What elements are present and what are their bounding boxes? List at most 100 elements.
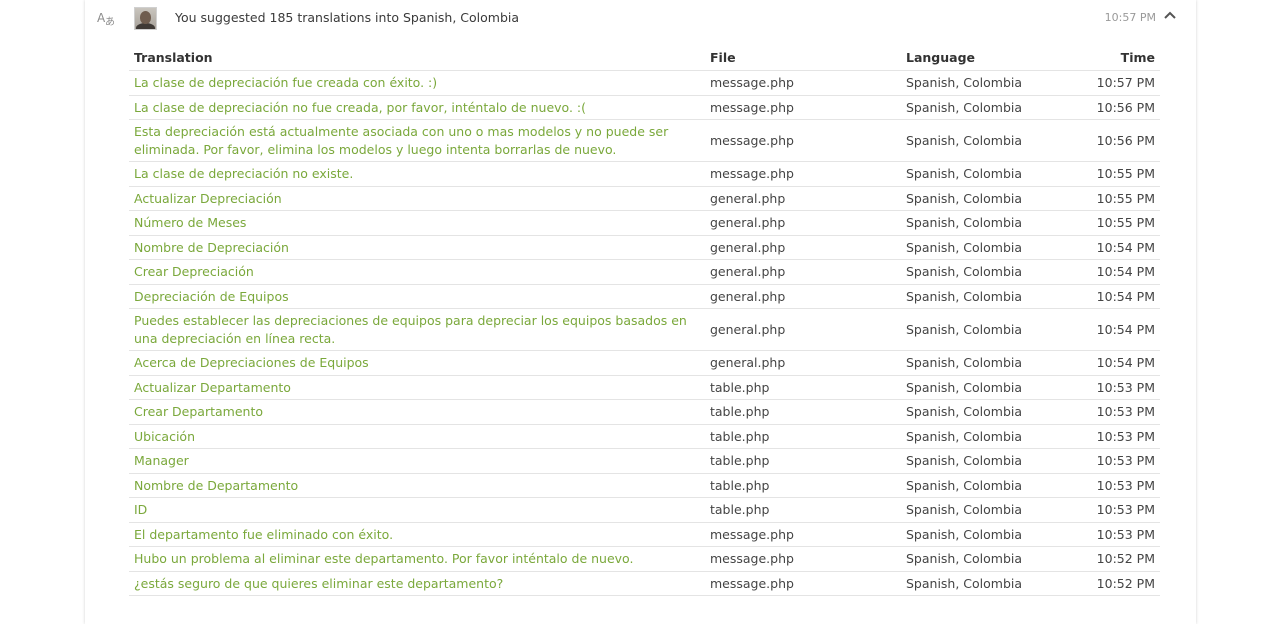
- language-cell: Spanish, Colombia: [901, 546, 1065, 572]
- language-cell: Spanish, Colombia: [901, 375, 1065, 400]
- translation-cell: ID: [129, 497, 705, 523]
- translation-link[interactable]: Nombre de Depreciación: [134, 240, 289, 255]
- translation-cell: Crear Departamento: [129, 399, 705, 425]
- translation-link[interactable]: Esta depreciación está actualmente asoci…: [134, 124, 668, 157]
- table-row: El departamento fue eliminado con éxito.…: [129, 522, 1160, 547]
- file-cell: message.php: [705, 70, 901, 96]
- language-cell: Spanish, Colombia: [901, 70, 1065, 96]
- language-cell: Spanish, Colombia: [901, 497, 1065, 523]
- translation-cell: Puedes establecer las depreciaciones de …: [129, 308, 705, 351]
- translation-cell: El departamento fue eliminado con éxito.: [129, 522, 705, 547]
- table-row: Crear Depreciación general.php Spanish, Co…: [129, 259, 1160, 285]
- table-row: Nombre de Depreciación general.php Spanish…: [129, 235, 1160, 260]
- translation-link[interactable]: Crear Departamento: [134, 404, 263, 419]
- translation-link[interactable]: ¿estás seguro de que quieres eliminar es…: [134, 576, 503, 591]
- translate-icon: A あ: [97, 9, 117, 28]
- time-cell: 10:55 PM: [1065, 210, 1160, 236]
- translation-cell: La clase de depreciación no fue creada, …: [129, 95, 705, 120]
- translation-link[interactable]: Ubicación: [134, 429, 195, 444]
- table-header-row: Translation File Language Time: [129, 45, 1160, 71]
- language-cell: Spanish, Colombia: [901, 350, 1065, 376]
- chevron-up-icon[interactable]: [1162, 8, 1178, 24]
- language-cell: Spanish, Colombia: [901, 308, 1065, 351]
- language-cell: Spanish, Colombia: [901, 424, 1065, 449]
- svg-text:あ: あ: [105, 16, 115, 27]
- translation-cell: Esta depreciación está actualmente asoci…: [129, 119, 705, 162]
- table-row: Puedes establecer las depreciaciones de …: [129, 308, 1160, 351]
- translation-link[interactable]: Manager: [134, 453, 189, 468]
- table-row: Actualizar Departamento table.php Spanish,…: [129, 375, 1160, 400]
- file-cell: table.php: [705, 473, 901, 498]
- language-cell: Spanish, Colombia: [901, 161, 1065, 187]
- time-cell: 10:54 PM: [1065, 259, 1160, 285]
- translation-cell: Actualizar Depreciación: [129, 186, 705, 211]
- translation-link[interactable]: La clase de depreciación fue creada con …: [134, 75, 437, 90]
- table-row: Manager table.php Spanish, Colombia 10:53 P…: [129, 448, 1160, 474]
- table-row: Número de Meses general.php Spanish, Colom…: [129, 210, 1160, 236]
- translation-cell: Manager: [129, 448, 705, 474]
- language-cell: Spanish, Colombia: [901, 119, 1065, 162]
- translation-cell: Hubo un problema al eliminar este depart…: [129, 546, 705, 572]
- translation-cell: Actualizar Departamento: [129, 375, 705, 400]
- file-cell: message.php: [705, 95, 901, 120]
- file-cell: message.php: [705, 571, 901, 596]
- translation-link[interactable]: Depreciación de Equipos: [134, 289, 289, 304]
- activity-time: 10:57 PM: [1104, 11, 1156, 24]
- column-header-translation: Translation: [129, 45, 705, 71]
- translation-link[interactable]: Nombre de Departamento: [134, 478, 298, 493]
- language-cell: Spanish, Colombia: [901, 522, 1065, 547]
- table-row: Nombre de Departamento table.php Spanish, …: [129, 473, 1160, 498]
- table-row: Depreciación de Equipos general.php Spanis…: [129, 284, 1160, 309]
- translation-link[interactable]: Puedes establecer las depreciaciones de …: [134, 313, 687, 346]
- translation-link[interactable]: Número de Meses: [134, 215, 246, 230]
- translation-cell: Crear Depreciación: [129, 259, 705, 285]
- file-cell: general.php: [705, 350, 901, 376]
- file-cell: general.php: [705, 210, 901, 236]
- translation-cell: La clase de depreciación fue creada con …: [129, 70, 705, 96]
- time-cell: 10:54 PM: [1065, 235, 1160, 260]
- activity-card: A あ You suggested 185 translations into …: [85, 0, 1196, 624]
- language-cell: Spanish, Colombia: [901, 186, 1065, 211]
- time-cell: 10:54 PM: [1065, 308, 1160, 351]
- file-cell: message.php: [705, 546, 901, 572]
- language-cell: Spanish, Colombia: [901, 210, 1065, 236]
- time-cell: 10:55 PM: [1065, 186, 1160, 211]
- translation-link[interactable]: Actualizar Depreciación: [134, 191, 282, 206]
- translation-link[interactable]: La clase de depreciación no fue creada, …: [134, 100, 586, 115]
- time-cell: 10:54 PM: [1065, 284, 1160, 309]
- table-row: Crear Departamento table.php Spanish, Colo…: [129, 399, 1160, 425]
- time-cell: 10:52 PM: [1065, 571, 1160, 596]
- time-cell: 10:53 PM: [1065, 375, 1160, 400]
- translation-link[interactable]: Crear Depreciación: [134, 264, 254, 279]
- time-cell: 10:53 PM: [1065, 448, 1160, 474]
- file-cell: table.php: [705, 375, 901, 400]
- file-cell: general.php: [705, 259, 901, 285]
- time-cell: 10:53 PM: [1065, 522, 1160, 547]
- file-cell: table.php: [705, 399, 901, 425]
- translation-cell: Nombre de Depreciación: [129, 235, 705, 260]
- table-row: Hubo un problema al eliminar este depart…: [129, 546, 1160, 572]
- translation-link[interactable]: La clase de depreciación no existe.: [134, 166, 353, 181]
- column-header-time: Time: [1065, 45, 1160, 71]
- translation-link[interactable]: Actualizar Departamento: [134, 380, 291, 395]
- file-cell: table.php: [705, 424, 901, 449]
- time-cell: 10:53 PM: [1065, 399, 1160, 425]
- column-header-language: Language: [901, 45, 1065, 71]
- translation-cell: La clase de depreciación no existe.: [129, 161, 705, 187]
- language-cell: Spanish, Colombia: [901, 399, 1065, 425]
- table-row: Acerca de Depreciaciones de Equipos gener…: [129, 350, 1160, 376]
- translation-cell: Nombre de Departamento: [129, 473, 705, 498]
- translation-cell: ¿estás seguro de que quieres eliminar es…: [129, 571, 705, 596]
- translation-link[interactable]: El departamento fue eliminado con éxito.: [134, 527, 393, 542]
- translation-link[interactable]: Acerca de Depreciaciones de Equipos: [134, 355, 369, 370]
- file-cell: message.php: [705, 161, 901, 187]
- time-cell: 10:52 PM: [1065, 546, 1160, 572]
- translation-link[interactable]: Hubo un problema al eliminar este depart…: [134, 551, 633, 566]
- file-cell: message.php: [705, 119, 901, 162]
- translation-link[interactable]: ID: [134, 502, 147, 517]
- file-cell: general.php: [705, 284, 901, 309]
- activity-message: You suggested 185 translations into Span…: [175, 10, 520, 25]
- table-row: Ubicación table.php Spanish, Colombia 10:53…: [129, 424, 1160, 449]
- user-avatar[interactable]: [134, 7, 157, 30]
- file-cell: general.php: [705, 235, 901, 260]
